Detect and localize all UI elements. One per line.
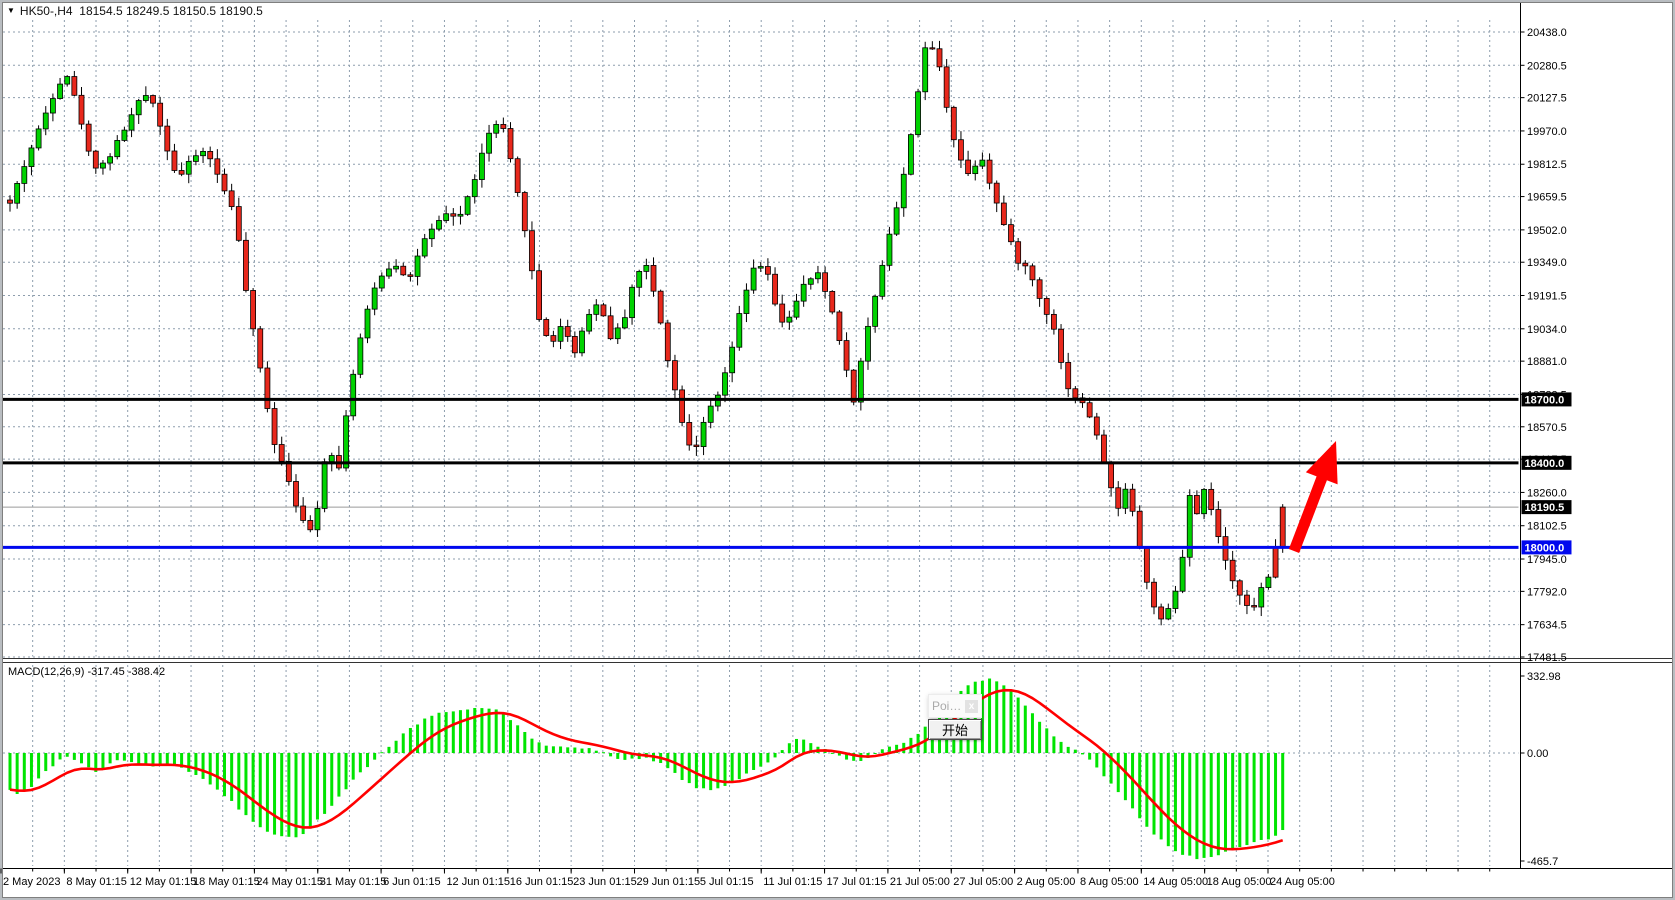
time-axis-tick: 6 Jun 01:15: [383, 876, 441, 888]
price-axis-tick: 18570.5: [1527, 422, 1567, 434]
time-axis-tick: 29 Jun 01:15: [637, 876, 701, 888]
trading-chart-window: 20438.0 20280.5 20127.5 19970.0 19812.5 19659…: [0, 0, 1675, 900]
drag-tooltip-label: Poi…: [932, 699, 961, 713]
time-axis-tick: 8 May 01:15: [66, 876, 127, 888]
price-axis-tick: 17792.0: [1527, 586, 1567, 598]
price-axis-tick: 18881.0: [1527, 356, 1567, 368]
price-axis-tick: 18102.5: [1527, 521, 1567, 533]
price-axis-tick: 19659.5: [1527, 192, 1567, 204]
macd-axis-tick: 0.00: [1527, 748, 1548, 760]
time-axis-tick: 5 Jul 01:15: [700, 876, 754, 888]
macd-axis-tick: 332.98: [1527, 671, 1561, 683]
time-axis-tick: 21 Jul 05:00: [890, 876, 950, 888]
desktop-popup: Poi… x 开始: [928, 694, 984, 740]
price-axis-tick: 17634.5: [1527, 620, 1567, 632]
chart-title-text: HK50-,H4 18154.5 18249.5 18150.5 18190.5: [20, 4, 263, 18]
time-axis-tick: 17 Jul 01:15: [827, 876, 887, 888]
time-axis-tick: 14 Aug 05:00: [1143, 876, 1208, 888]
chart-title: ▼ HK50-,H4 18154.5 18249.5 18150.5 18190…: [7, 4, 263, 18]
time-axis-tick: 23 Jun 01:15: [573, 876, 637, 888]
time-axis-tick: 2 Aug 05:00: [1017, 876, 1076, 888]
time-axis-tick: 31 May 01:15: [320, 876, 387, 888]
price-axis-tick: 20438.0: [1527, 27, 1567, 39]
price-axis-tick: 20127.5: [1527, 93, 1567, 105]
price-axis-tick: 17945.0: [1527, 554, 1567, 566]
price-axis-tick: 19034.0: [1527, 324, 1567, 336]
price-chart-canvas[interactable]: 20438.0 20280.5 20127.5 19970.0 19812.5 19659…: [0, 0, 1675, 900]
time-axis-tick: 18 Aug 05:00: [1207, 876, 1272, 888]
symbol-dropdown-icon[interactable]: ▼: [7, 7, 15, 15]
time-axis-tick: 8 Aug 05:00: [1080, 876, 1139, 888]
time-axis-tick: 12 Jun 01:15: [446, 876, 510, 888]
macd-axis-tick: -465.7: [1527, 856, 1558, 868]
price-axis-tick: 18260.0: [1527, 487, 1567, 499]
time-axis-tick: 18 May 01:15: [193, 876, 260, 888]
price-marker-label: 18700.0: [1525, 394, 1565, 406]
price-axis-tick: 19502.0: [1527, 225, 1567, 237]
price-marker-label: 18000.0: [1525, 542, 1565, 554]
time-axis-tick: 2 May 2023: [3, 876, 60, 888]
time-axis-tick: 16 Jun 01:15: [510, 876, 574, 888]
start-button[interactable]: 开始: [928, 719, 982, 740]
price-axis-tick: 19191.5: [1527, 291, 1567, 303]
close-icon[interactable]: x: [965, 700, 978, 713]
drag-tooltip: Poi… x: [928, 694, 982, 718]
price-marker-label: 18190.5: [1525, 502, 1565, 514]
price-marker-label: 18400.0: [1525, 458, 1565, 470]
price-axis-tick: 17481.5: [1527, 652, 1567, 664]
window-frame: [0, 0, 1675, 900]
price-axis-tick: 19349.0: [1527, 257, 1567, 269]
price-axis-tick: 20280.5: [1527, 60, 1567, 72]
price-axis-tick: 19970.0: [1527, 126, 1567, 138]
time-axis-tick: 27 Jul 05:00: [953, 876, 1013, 888]
macd-indicator-label: MACD(12,26,9) -317.45 -388.42: [8, 666, 165, 678]
time-axis-tick: 12 May 01:15: [130, 876, 197, 888]
time-axis-tick: 24 Aug 05:00: [1270, 876, 1335, 888]
time-axis-tick: 24 May 01:15: [256, 876, 323, 888]
price-axis-tick: 19812.5: [1527, 159, 1567, 171]
time-axis-tick: 11 Jul 01:15: [763, 876, 822, 888]
